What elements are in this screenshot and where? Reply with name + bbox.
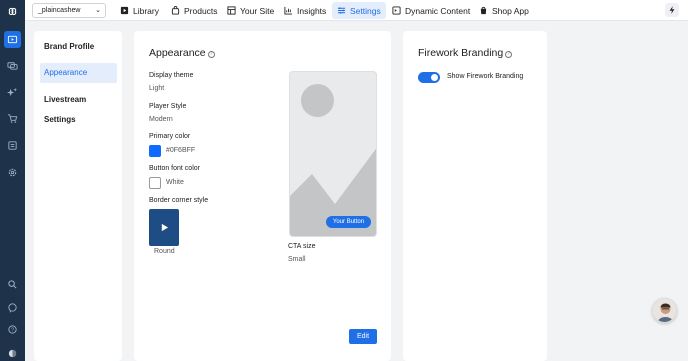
video-icon[interactable]: [4, 31, 21, 48]
sidebar-item-appearance[interactable]: Appearance: [40, 63, 117, 83]
chevron-down-icon: ⌄: [95, 7, 101, 14]
shop-icon: [480, 6, 487, 15]
video-library-icon: [120, 6, 129, 15]
nav-dynamic-content[interactable]: Dynamic Content: [387, 2, 475, 19]
nav-library[interactable]: Library: [115, 2, 164, 19]
message-icon[interactable]: [4, 299, 21, 316]
appearance-panel: Appearance? Display theme Light Player S…: [134, 31, 391, 361]
player-style-value: Modern: [149, 116, 173, 123]
nav-library-label: Library: [133, 5, 159, 16]
nav-products-label: Products: [184, 5, 218, 16]
nav-insights[interactable]: Insights: [279, 2, 331, 19]
player-style-label: Player Style: [149, 103, 187, 110]
preview-cta-button: Your Button: [326, 216, 371, 228]
search-icon[interactable]: [4, 276, 21, 293]
nav-products[interactable]: Products: [166, 2, 223, 19]
dynamic-content-icon: [392, 6, 401, 15]
help-icon[interactable]: ?: [505, 51, 513, 58]
border-corner-value: Round: [154, 248, 175, 255]
sliders-icon: [337, 7, 346, 14]
help-icon[interactable]: ?: [4, 321, 21, 338]
chat-bubbles-icon[interactable]: [4, 57, 21, 74]
sidebar-item-brand-profile[interactable]: Brand Profile: [40, 37, 117, 57]
branding-panel: Firework Branding? Show Firework Brandin…: [403, 31, 547, 361]
logo-icon[interactable]: [4, 3, 21, 20]
player-preview: Your Button: [289, 71, 377, 237]
nav-insights-label: Insights: [297, 5, 327, 16]
primary-color-value: #0F6BFF: [166, 147, 196, 154]
appearance-title: Appearance: [149, 47, 206, 59]
edit-button[interactable]: Edit: [349, 329, 377, 344]
branding-heading: Firework Branding?: [418, 47, 513, 59]
display-theme-label: Display theme: [149, 72, 194, 79]
account-name: _plaincashew: [38, 7, 81, 14]
cta-size-label: CTA size: [288, 243, 316, 250]
avatar[interactable]: [4, 345, 21, 361]
branding-title: Firework Branding: [418, 47, 504, 59]
nav-your-site-label: Your Site: [240, 5, 275, 16]
top-bar: _plaincashew ⌄ Library Products Your Sit…: [25, 0, 688, 21]
play-icon: [161, 223, 168, 232]
sidebar-item-livestream-settings[interactable]: Livestream Settings: [40, 90, 117, 124]
lightning-icon[interactable]: [665, 3, 679, 17]
nav-settings[interactable]: Settings: [332, 2, 386, 19]
nav-your-site[interactable]: Your Site: [222, 2, 279, 19]
calendar-icon[interactable]: [4, 137, 21, 154]
nav-shop-app-label: Shop App: [492, 5, 529, 16]
account-selector[interactable]: _plaincashew ⌄: [32, 3, 106, 18]
svg-text:?: ?: [11, 328, 14, 334]
display-theme-value: Light: [149, 85, 165, 92]
nav-shop-app[interactable]: Shop App: [474, 2, 534, 19]
bag-icon: [171, 6, 180, 15]
site-icon: [227, 6, 236, 15]
chart-icon: [284, 6, 293, 15]
primary-color-swatch: [149, 145, 161, 157]
show-branding-toggle[interactable]: [418, 72, 440, 83]
help-icon[interactable]: ?: [207, 51, 215, 58]
cta-size-value: Small: [288, 256, 306, 263]
border-corner-preview: [149, 209, 179, 246]
left-rail: ?: [0, 0, 25, 361]
button-font-color-value: White: [166, 179, 184, 186]
toggle-knob: [431, 74, 438, 81]
border-corner-label: Border corner style: [149, 197, 209, 204]
primary-color-label: Primary color: [149, 133, 191, 140]
preview-sun-shape: [301, 84, 334, 117]
gear-icon[interactable]: [4, 164, 21, 181]
button-font-color-label: Button font color: [149, 165, 200, 172]
show-branding-label: Show Firework Branding: [447, 73, 524, 80]
nav-dynamic-content-label: Dynamic Content: [405, 5, 471, 16]
nav-settings-label: Settings: [350, 5, 381, 16]
appearance-heading: Appearance?: [149, 47, 215, 59]
button-font-color-swatch: [149, 177, 161, 189]
settings-sidebar: Brand Profile Appearance Livestream Sett…: [34, 31, 122, 361]
cart-icon[interactable]: [4, 110, 21, 127]
support-chat-avatar[interactable]: [652, 298, 677, 323]
sparkle-icon[interactable]: [4, 84, 21, 101]
